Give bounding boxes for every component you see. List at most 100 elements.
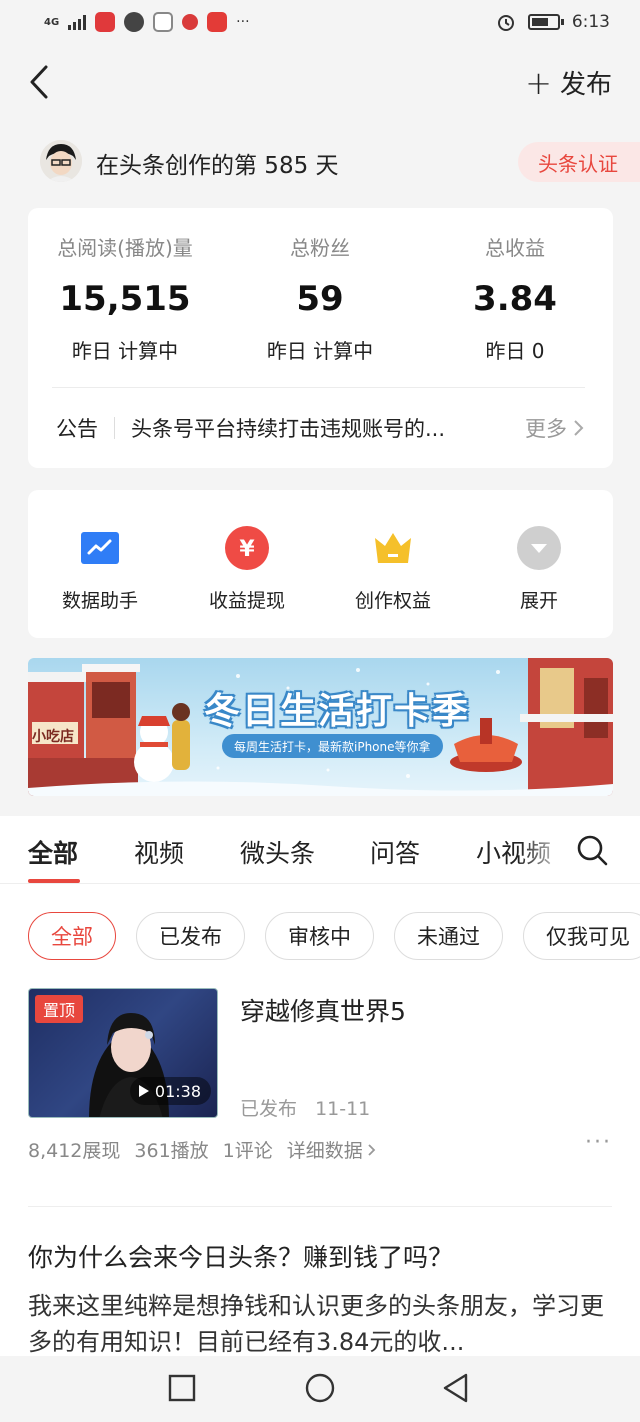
video-thumbnail[interactable]: 置顶 01:38 [28,988,218,1118]
announcement-label: 公告 [56,417,98,441]
chevron-right-icon [368,1143,376,1156]
alarm-icon [497,15,514,31]
post-title: 你为什么会来今日头条？赚到钱了吗？ [28,1243,454,1272]
signal-icon [68,14,87,30]
divider [28,1206,612,1207]
stat-total-fans[interactable]: 总粉丝 59 昨日 计算中 [225,232,415,364]
more-notifications-icon: ··· [236,14,250,30]
plays-count: 361播放 [134,1140,209,1162]
home-icon[interactable] [302,1370,338,1406]
stat-label: 总阅读(播放)量 [57,236,193,260]
stat-label: 总粉丝 [290,236,350,260]
content-area: 全部 视频 微头条 问答 小视频 全部 已发布 审核中 未通过 仅我可见 置顶 … [0,816,640,1356]
article-status: 已发布 [240,1098,298,1120]
expand-icon [517,526,561,570]
active-tab-indicator [28,879,80,883]
post-body: 我来这里纯粹是想挣钱和认识更多的头条朋友，学习更多的有用知识！目前已经有3.84… [28,1292,604,1356]
tool-label: 数据助手 [61,590,138,612]
stat-value: 59 [296,279,344,319]
avatar[interactable] [40,140,82,182]
svg-text:¥: ¥ [239,537,255,562]
announcement-row[interactable]: 公告 头条号平台持续打击违规账号的... 更多 [56,406,585,450]
app-notification-icon [182,14,199,30]
more-label: 更多 [525,417,567,441]
creator-info-row: 在头条创作的第 585 天 头条认证 [0,138,640,184]
stat-yesterday: 昨日 计算中 [71,339,179,363]
tab-qa[interactable]: 问答 [370,834,420,870]
banner-subtitle: 每周生活打卡，最新款iPhone等你拿 [222,734,443,758]
details-link[interactable]: 详细数据 [287,1136,377,1163]
divider [52,387,585,388]
avatar-image [40,140,82,182]
tool-creator-rights[interactable]: 创作权益 [323,526,463,613]
separator [114,417,115,439]
yuan-icon: ¥ [225,526,269,570]
pinned-badge: 置顶 [35,995,84,1023]
app-notification-icon [124,12,145,32]
article-date: 11-11 [315,1098,371,1120]
stat-label: 总收益 [485,236,545,260]
creation-days-text: 在头条创作的第 585 天 [96,153,339,179]
app-notification-icon [207,12,228,32]
tools-card: 数据助手 ¥ 收益提现 创作权益 展开 [28,490,613,638]
chart-trend-icon [78,526,122,570]
filter-private[interactable]: 仅我可见 [523,912,640,960]
plus-icon: + [525,63,552,102]
tab-all[interactable]: 全部 [28,834,78,870]
tool-withdraw[interactable]: ¥ 收益提现 [177,526,317,613]
stat-yesterday: 昨日 计算中 [266,339,374,363]
tool-label: 收益提现 [208,590,285,612]
search-icon[interactable] [574,832,610,868]
top-nav-bar: + 发布 [0,52,640,112]
stat-value: 15,515 [59,279,191,319]
publish-label: 发布 [559,70,612,100]
status-bar: 4G ··· 6:13 [0,0,640,44]
tab-fade [520,816,570,882]
promo-banner[interactable]: 小吃店 冬日生活打卡季 每周生活打卡，最新款iPhone等你拿 [28,658,613,796]
filter-reviewing[interactable]: 审核中 [265,912,374,960]
app-notification-icon [95,12,116,32]
recent-apps-icon[interactable] [164,1370,200,1406]
stat-total-reads[interactable]: 总阅读(播放)量 15,515 昨日 计算中 [30,232,220,364]
tool-expand[interactable]: 展开 [469,526,609,613]
article-meta: 已发布 11-11 [240,1094,370,1121]
more-options-icon[interactable]: ··· [585,1130,612,1155]
app-notification-icon [153,12,174,32]
play-icon [138,1085,149,1097]
content-tabs: 全部 视频 微头条 问答 小视频 [0,816,640,884]
article-stats: 8,412展现 361播放 1评论 详细数据 [28,1136,612,1163]
tool-data-assistant[interactable]: 数据助手 [30,526,170,613]
duration-text: 01:38 [154,1081,201,1101]
banner-title: 冬日生活打卡季 [204,691,471,732]
filter-published[interactable]: 已发布 [136,912,245,960]
comments-count: 1评论 [222,1140,273,1162]
certification-button[interactable]: 头条认证 [518,142,640,182]
post-item[interactable]: 你为什么会来今日头条？赚到钱了吗？ 我来这里纯粹是想挣钱和认识更多的头条朋友，学… [28,1238,612,1360]
announcement-more-link[interactable]: 更多 [525,413,585,443]
stat-value: 3.84 [473,279,557,319]
impressions-count: 8,412展现 [28,1140,121,1162]
back-arrow-icon[interactable] [22,62,62,102]
stat-total-income[interactable]: 总收益 3.84 昨日 0 [420,232,610,364]
banner-shop-sign: 小吃店 [32,729,74,745]
stats-card: 总阅读(播放)量 15,515 昨日 计算中 总粉丝 59 昨日 计算中 总收益… [28,208,613,468]
system-nav-bar [0,1356,640,1422]
article-title[interactable]: 穿越修真世界5 [240,992,406,1028]
clock: 6:13 [571,12,610,32]
network-indicator: 4G [44,16,60,28]
stat-yesterday: 昨日 0 [485,339,545,363]
tab-video[interactable]: 视频 [134,834,184,870]
tool-label: 展开 [519,590,558,612]
crown-icon [371,526,415,570]
filter-rejected[interactable]: 未通过 [394,912,503,960]
chevron-right-icon [574,420,584,436]
status-filters: 全部 已发布 审核中 未通过 仅我可见 [28,912,640,960]
tool-label: 创作权益 [354,590,431,612]
tab-micro-post[interactable]: 微头条 [240,834,315,870]
announcement-text: 头条号平台持续打击违规账号的... [131,417,446,441]
publish-button[interactable]: + 发布 [525,64,612,101]
video-duration: 01:38 [129,1077,211,1105]
filter-all[interactable]: 全部 [28,912,116,960]
battery-icon [527,14,564,30]
back-triangle-icon[interactable] [438,1370,474,1406]
